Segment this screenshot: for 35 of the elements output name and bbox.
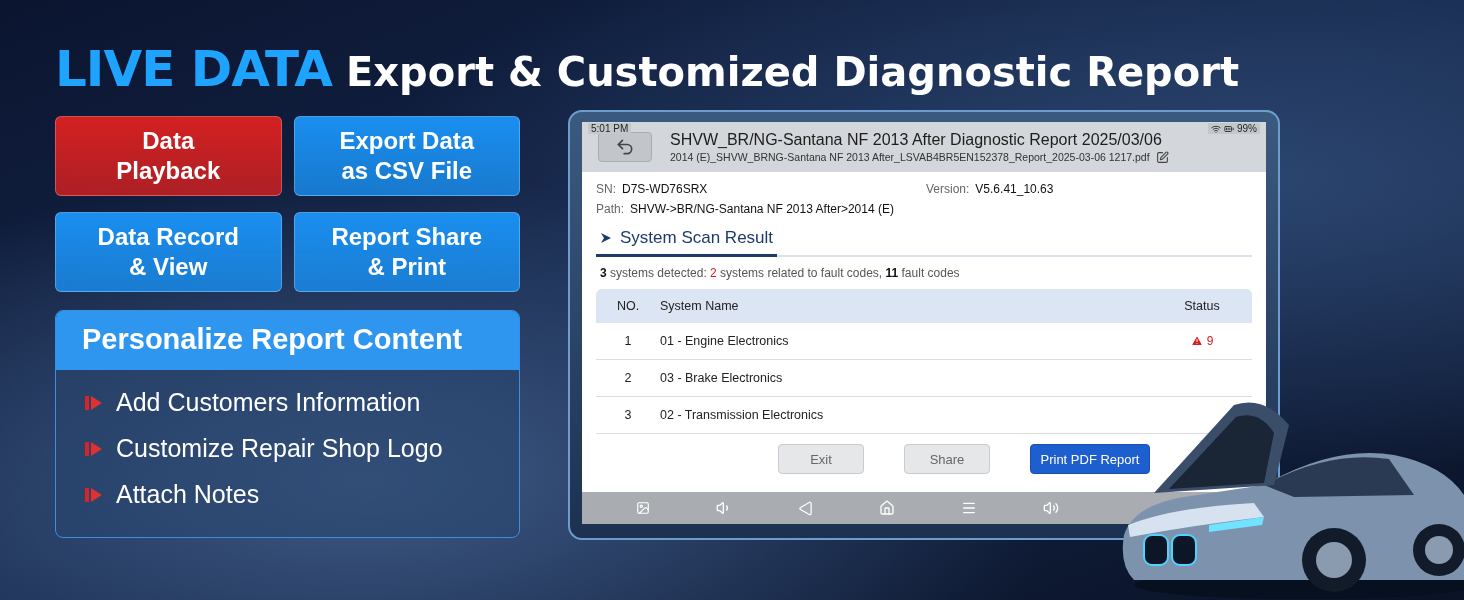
report-title: SHVW_BR/NG-Santana NF 2013 After Diagnostic Report 2025/03/06 [670, 130, 1163, 149]
feature-tile: Data Playback [55, 116, 282, 196]
action-button[interactable]: Print PDF Report [1030, 444, 1150, 474]
feature-item: Add Customers Information [116, 388, 421, 417]
info-value: D7S-WD76SRX [622, 182, 708, 196]
table-cell-text: 02 - Transmission Electronics [660, 408, 825, 422]
battery-level: 99% [1237, 123, 1257, 134]
feature-tile: Report Share & Print [293, 212, 520, 292]
column-header: Status [1183, 299, 1221, 313]
card-title: Personalize Report Content [56, 311, 519, 370]
fault-count: 9 [1152, 334, 1252, 348]
file-name: 2014 (E)_SHVW_BRNG-Santana NF 2013 After_LSVAB4BR5EN152378_Report_2025-03-06 1217.pdf [670, 151, 1150, 163]
table-cell-text: 1 [623, 334, 633, 348]
scan-summary: 3 systems detected: 2 systems related to fault codes, 11 fault codes [599, 265, 961, 282]
feature-tile: Export Data as CSV File [293, 116, 520, 196]
feature-tile: Data Record & View [55, 212, 282, 292]
table-cell-text: 2 [623, 371, 633, 385]
table-cell-text: 03 - Brake Electronics [660, 371, 784, 385]
info-value: V5.6.41_10.63 [975, 182, 1054, 196]
info-value: SHVW->BR/NG-Santana NF 2013 After>2014 (E) [630, 202, 894, 216]
column-header: System Name [660, 299, 740, 313]
table-cell-text: 01 - Engine Electronics [660, 334, 790, 348]
status-time: 5:01 PM [588, 123, 632, 134]
info-label: Version: [926, 182, 970, 196]
section-title: System Scan Result [620, 228, 774, 248]
feature-item: Attach Notes [116, 480, 260, 509]
headline-highlight: LIVE DATA [55, 40, 332, 98]
headline: Export & Customized Diagnostic Report [345, 49, 1240, 95]
info-label: SN: [596, 182, 616, 196]
table-cell-text: 3 [623, 408, 633, 422]
info-label: Path: [596, 202, 625, 216]
action-button[interactable]: Exit [778, 444, 864, 474]
column-header: NO. [615, 299, 641, 313]
action-button[interactable]: Share [904, 444, 990, 474]
feature-item: Customize Repair Shop Logo [116, 434, 443, 463]
